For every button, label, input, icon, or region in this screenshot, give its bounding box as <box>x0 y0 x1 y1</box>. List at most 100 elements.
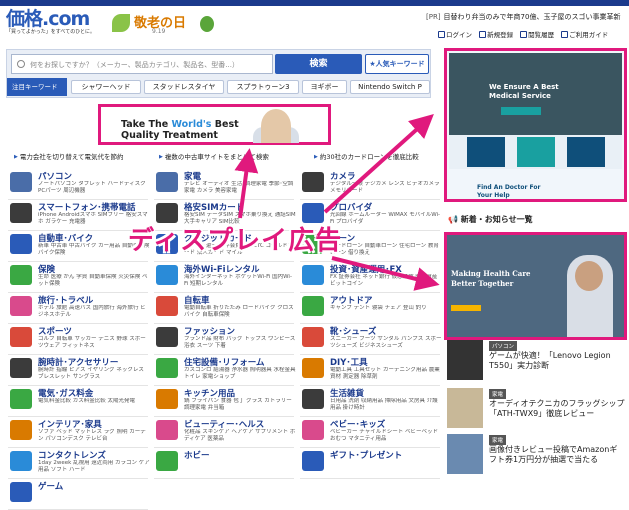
category-subitems[interactable]: 生命 医療 がん 学資 自動車保険 火災保険 ペット保険 <box>38 274 150 288</box>
category-subitems[interactable] <box>330 460 442 474</box>
category-item[interactable]: ゲーム <box>8 478 148 510</box>
category-item[interactable]: 腕時計･アクセサリー 腕時計 指輪 ピアス イヤリング ネックレス ブレスレット … <box>8 354 148 386</box>
category-subitems[interactable]: 腕時計 指輪 ピアス イヤリング ネックレス ブレスレット サングラス <box>38 367 150 381</box>
category-subitems[interactable]: 鍋 フライパン 食器 包丁 グラス カトラリー 調理家電 弁当箱 <box>184 398 296 412</box>
category-item[interactable]: ファッション ブランド品 財布 バッグ トップス ワンピース 浴衣 スーツ 下着 <box>154 323 296 355</box>
keyword-chip[interactable]: Nintendo Switch P <box>350 80 430 94</box>
site-logo[interactable]: 価格.com 「買ってよかった」をすべてのひとに。 <box>6 9 101 39</box>
keyword-label: 注目キーワード <box>7 78 67 96</box>
side-display-ad-top[interactable]: We Ensure A Best Medical Service Find An… <box>444 48 627 202</box>
category-item[interactable]: カメラ デジタル一眼 デジカメ レンズ ビデオカメラ メモリカード <box>300 168 440 200</box>
category-item[interactable]: 電気･ガス料金 電気料金比較 ガス料金比較 太陽光発電 <box>8 385 148 417</box>
category-item[interactable]: 住宅設備･リフォーム ガスコンロ 給湯器 浄水器 照明器具 水栓金具 トイレ 家電… <box>154 354 296 386</box>
ad-hero-title: We Ensure A Best Medical Service <box>489 83 559 100</box>
category-item[interactable]: DIY･工具 電動工具 工具セット ガーデニング用品 農業資材 測定器 除草剤 <box>300 354 440 386</box>
category-icon <box>302 451 324 471</box>
pr-link[interactable]: [PR] 目替わり弁当のみで年商70億、玉子屋のスゴい事業革新 <box>426 12 620 22</box>
category-item[interactable]: 家電 テレビ オーディオ 生活･調理家電 季節･空調家電 カメラ 美容家電 <box>154 168 294 200</box>
category-subitems[interactable]: 光回線 ホームルーター WiMAX モバイルWi-Fi プロバイダ <box>330 212 442 226</box>
category-item[interactable]: スマートフォン･携帯電話 iPhone Androidスマホ SIMフリー 格安ス… <box>8 199 148 231</box>
category-item[interactable]: 旅行･トラベル ホテル 旅館 高速バス 国内旅行 海外旅行 ビジネスホテル <box>8 292 148 324</box>
category-subitems[interactable]: 1day 2week 乱視用 遠近両用 カラコン ケア用品 ソフト ハード <box>38 460 150 474</box>
category-subitems[interactable]: 化粧品 スキンケア ヘアケア サプリメント ボディケア 医薬品 <box>184 429 296 443</box>
register-link[interactable]: 新規登録 <box>479 31 513 39</box>
category-item[interactable]: スポーツ ゴルフ 自転車 サッカー テニス 野球 スポーツウェア フィットネス <box>8 323 148 355</box>
keyword-chip[interactable]: ヨギボー <box>302 80 347 94</box>
keyword-row: 注目キーワード シャワーヘッド スタッドレスタイヤ スプラトゥーン3 ヨギボー … <box>7 78 432 96</box>
history-link[interactable]: 閲覧履歴 <box>520 31 554 39</box>
category-item[interactable]: 保険 生命 医療 がん 学資 自動車保険 火災保険 ペット保険 <box>8 261 148 293</box>
category-item[interactable]: ホビー <box>154 447 294 479</box>
category-item[interactable]: 靴･シューズ スニーカー ブーツ サンダル パンプス スポーツシューズ ビジネスシ… <box>300 323 442 355</box>
login-link[interactable]: ログイン <box>438 31 472 39</box>
logo-tagline: 「買ってよかった」をすべてのひとに。 <box>6 29 96 35</box>
category-item[interactable]: ベビー･キッズ ベビーカー チャイルドシート ベビーベッド おむつ マタニティ用品 <box>300 416 440 448</box>
header-links: ログイン 新規登録 閲覧履歴 ご利用ガイド <box>438 29 613 39</box>
category-subitems[interactable]: ブランド品 財布 バッグ トップス ワンピース 浴衣 スーツ 下着 <box>184 336 296 350</box>
category-item[interactable]: ビューティー･ヘルス 化粧品 スキンケア ヘアケア サプリメント ボディケア 医薬… <box>154 416 296 448</box>
news-item[interactable]: パソコン ゲームが快適！「Lenovo Legion T550」実力診断 <box>447 340 629 386</box>
news-category: パソコン <box>489 341 518 351</box>
category-item[interactable]: 投資･資産運用･FX FX 証券会社 ネット銀行 仮想通貨 暗号資産 ビットコイン <box>300 261 440 293</box>
ad-feature-card <box>517 137 555 167</box>
category-subitems[interactable]: ゴルフ 自転車 サッカー テニス 野球 スポーツウェア フィットネス <box>38 336 150 350</box>
category-subitems[interactable]: キャンプ テント 寝袋 チェア 登山 釣り <box>330 305 442 319</box>
side-display-ad-bottom[interactable]: Making Health Care Better Together <box>444 232 627 340</box>
category-subitems[interactable]: 電動自転車 折りたたみ ロードバイク クロスバイク 自転車保険 <box>184 305 296 319</box>
category-item[interactable]: 自動車･バイク 新車 中古車 中古バイク カー用品 自動車保険 バイク保険 <box>8 230 149 262</box>
keyword-chip[interactable]: スタッドレスタイヤ <box>144 80 224 94</box>
category-subitems[interactable]: ノートパソコン タブレット ハードディスク PCパーツ 周辺機器 <box>38 181 150 195</box>
category-icon <box>10 389 32 409</box>
category-icon <box>156 172 178 192</box>
category-item[interactable]: パソコン ノートパソコン タブレット ハードディスク PCパーツ 周辺機器 <box>8 168 148 200</box>
search-input[interactable]: 何をお探しですか？（メーカー、製品カテゴリ、製品名、型番...） <box>11 54 273 74</box>
category-icon <box>10 203 32 223</box>
keyword-chip[interactable]: シャワーヘッド <box>71 80 141 94</box>
category-subitems[interactable]: 電気料金比較 ガス料金比較 太陽光発電 <box>38 398 150 412</box>
guide-link[interactable]: ご利用ガイド <box>561 31 608 39</box>
leaf-icon <box>112 14 130 32</box>
category-icon <box>10 172 32 192</box>
event-banner[interactable]: 敬老の日 9.19 <box>108 10 216 40</box>
info-link[interactable]: 電力会社を切り替えて電気代を節約 <box>14 151 124 161</box>
category-subitems[interactable]: ベビーカー チャイルドシート ベビーベッド おむつ マタニティ用品 <box>330 429 442 443</box>
news-item[interactable]: 家電 画像付きレビュー投稿でAmazonギフト券1万円分が抽選で当たる <box>447 434 629 480</box>
category-item[interactable]: 海外Wi-Fiレンタル 海外インターネット ポケットWi-Fi 国内Wi-Fi 短… <box>154 261 294 293</box>
category-subitems[interactable]: FX 証券会社 ネット銀行 仮想通貨 暗号資産 ビットコイン <box>330 274 442 288</box>
category-subitems[interactable]: ホテル 旅館 高速バス 国内旅行 海外旅行 ビジネスホテル <box>38 305 150 319</box>
ad-cta-button <box>451 305 481 311</box>
news-title: 画像付きレビュー投稿でAmazonギフト券1万円分が抽選で当たる <box>489 445 618 464</box>
category-item[interactable]: 生活雑貨 日用品 洗剤 収納用品 掃除用品 文房具 介護用品 掛け時計 <box>300 385 440 417</box>
category-subitems[interactable] <box>184 460 296 474</box>
category-subitems[interactable]: ソファ ベッド マットレス ラグ 照明 カーテン パソコンデスク テレビ台 <box>38 429 150 443</box>
category-subitems[interactable]: 電動工具 工具セット ガーデニング用品 農業資材 測定器 除草剤 <box>330 367 442 381</box>
category-item[interactable]: コンタクトレンズ 1day 2week 乱視用 遠近両用 カラコン ケア用品 ソフ… <box>8 447 150 479</box>
info-link[interactable]: 約30社のカードローンを徹底比較 <box>314 151 419 161</box>
category-item[interactable]: 自転車 電動自転車 折りたたみ ロードバイク クロスバイク 自転車保険 <box>154 292 294 324</box>
display-ad-banner[interactable]: Take The World's Best Quality Treatment <box>98 104 331 145</box>
category-subitems[interactable]: デジタル一眼 デジカメ レンズ ビデオカメラ メモリカード <box>330 181 442 195</box>
news-item[interactable]: 家電 オーディオテクニカのフラッグシップ「ATH-TWX9」徹底レビュー <box>447 388 629 434</box>
category-item[interactable]: ギフト･プレゼント <box>300 447 440 479</box>
ad-hero-button <box>501 107 541 115</box>
category-subitems[interactable]: テレビ オーディオ 生活･調理家電 季節･空調家電 カメラ 美容家電 <box>184 181 296 195</box>
category-subitems[interactable]: ガスコンロ 給湯器 浄水器 照明器具 水栓金具 トイレ 家電ショップ <box>184 367 296 381</box>
category-item[interactable]: インテリア･家具 ソファ ベッド マットレス ラグ 照明 カーテン パソコンデスク… <box>8 416 148 448</box>
category-subitems[interactable]: カードローン 自動車ローン 住宅ローン 教育ローン 借り換え <box>330 243 442 257</box>
category-subitems[interactable] <box>38 491 150 505</box>
info-link[interactable]: 複数の中古車サイトをまとめて検索 <box>159 151 269 161</box>
category-item[interactable]: キッチン用品鍋 フライパン 食器 包丁 グラス カトラリー 調理家電 弁当箱 <box>154 385 294 417</box>
category-icon <box>10 482 32 502</box>
category-subitems[interactable]: スニーカー ブーツ サンダル パンプス スポーツシューズ ビジネスシューズ <box>330 336 442 350</box>
popular-keywords-button[interactable]: ★人気キーワード <box>365 54 429 74</box>
category-icon <box>302 389 324 409</box>
ad-feature-card <box>467 137 505 167</box>
category-icon <box>156 327 178 347</box>
news-thumbnail <box>447 340 483 380</box>
search-button[interactable]: 検索 <box>275 54 362 74</box>
category-item[interactable]: アウトドア キャンプ テント 寝袋 チェア 登山 釣り <box>300 292 440 324</box>
news-header[interactable]: 📢 新着・お知らせ一覧 <box>448 214 533 225</box>
category-subitems[interactable]: 日用品 洗剤 収納用品 掃除用品 文房具 介護用品 掛け時計 <box>330 398 442 412</box>
category-subitems[interactable]: 海外インターネット ポケットWi-Fi 国内Wi-Fi 短期レンタル <box>184 274 296 288</box>
keyword-chip[interactable]: スプラトゥーン3 <box>227 80 299 94</box>
